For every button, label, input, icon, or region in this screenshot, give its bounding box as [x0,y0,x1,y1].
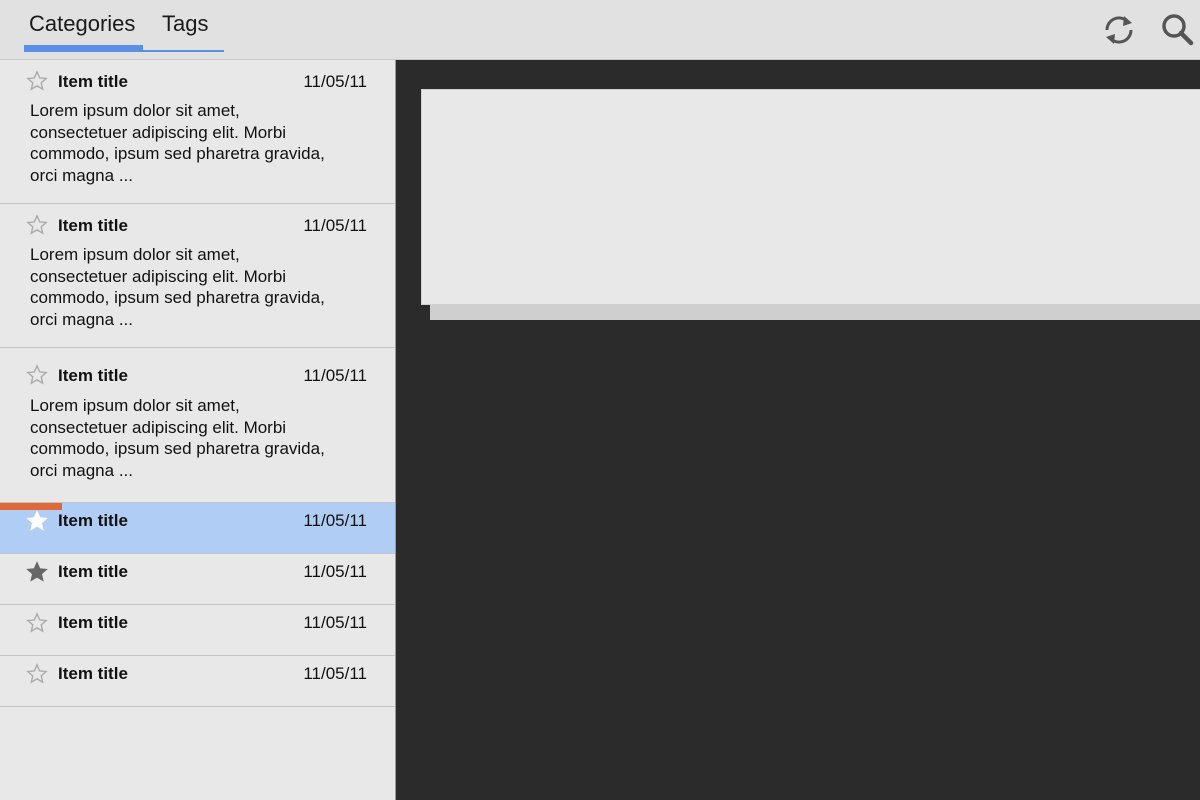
tab-tags[interactable]: Tags [162,10,208,38]
active-tab-indicator [24,45,143,52]
star-outline-icon[interactable] [26,214,48,236]
item-title: Item title [58,613,128,632]
search-button[interactable] [1158,10,1198,50]
list-item-selected[interactable]: Item title 11/05/11 [0,503,395,554]
app-window: Categories Tags Item title 11/05/11 Lore… [0,0,1200,800]
item-date: 11/05/11 [303,664,367,683]
list-item[interactable]: Item title 11/05/11 [0,605,395,656]
star-outline-icon[interactable] [26,612,48,634]
item-title: Item title [58,72,128,91]
item-date: 11/05/11 [303,613,367,632]
star-outline-icon[interactable] [26,70,48,92]
content-card[interactable] [421,89,1200,305]
content-panel [397,60,1200,800]
item-snippet: Lorem ipsum dolor sit amet, consectetuer… [30,101,325,185]
item-snippet: Lorem ipsum dolor sit amet, consectetuer… [30,245,325,329]
star-outline-icon[interactable] [26,364,48,386]
item-title: Item title [58,216,128,235]
item-date: 11/05/11 [303,562,367,581]
item-title: Item title [58,366,128,385]
refresh-icon [1105,16,1133,44]
list-item[interactable]: Item title 11/05/11 Lorem ipsum dolor si… [0,348,395,503]
list-item[interactable]: Item title 11/05/11 [0,554,395,605]
item-date: 11/05/11 [303,72,367,91]
item-title: Item title [58,664,128,683]
item-list: Item title 11/05/11 Lorem ipsum dolor si… [0,60,396,800]
unread-progress-marker [0,503,62,510]
item-title: Item title [58,511,128,530]
item-date: 11/05/11 [303,216,367,235]
list-item[interactable]: Item title 11/05/11 Lorem ipsum dolor si… [0,204,395,348]
star-filled-icon[interactable] [26,561,48,583]
item-snippet: Lorem ipsum dolor sit amet, consectetuer… [30,396,325,480]
tab-categories[interactable]: Categories [29,10,135,38]
top-bar: Categories Tags [0,0,1200,60]
item-date: 11/05/11 [303,511,367,530]
item-date: 11/05/11 [303,366,367,385]
item-title: Item title [58,562,128,581]
star-outline-icon[interactable] [26,663,48,685]
list-item[interactable]: Item title 11/05/11 [0,656,395,707]
refresh-button[interactable] [1099,10,1139,50]
list-item[interactable]: Item title 11/05/11 Lorem ipsum dolor si… [0,60,395,204]
search-icon [1162,14,1194,46]
star-outline-icon[interactable] [26,510,48,532]
